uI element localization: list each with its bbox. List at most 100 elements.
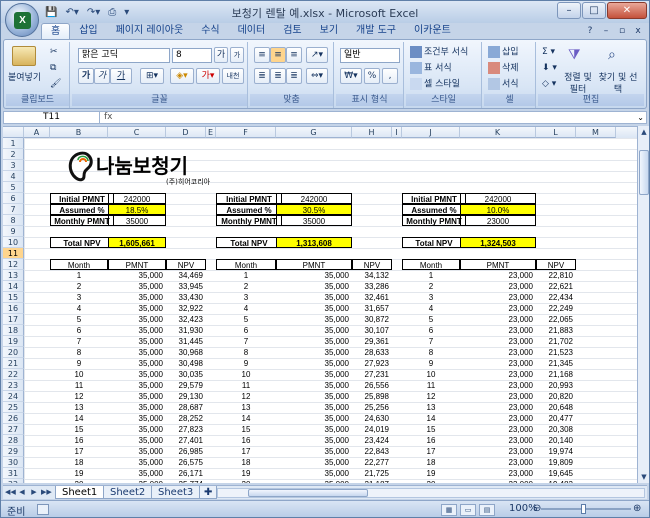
sheet-tab-2[interactable]: Sheet2 [103, 486, 153, 499]
npv-cell[interactable]: 30,498 [166, 358, 206, 369]
npv-cell[interactable]: 32,461 [352, 292, 392, 303]
pmnt-cell[interactable]: 35,000 [276, 292, 352, 303]
month-cell[interactable]: 6 [50, 325, 108, 336]
npv-cell[interactable]: 27,823 [166, 424, 206, 435]
pmnt-cell[interactable]: 23,000 [460, 424, 536, 435]
align-bottom-icon[interactable]: ≡ [286, 47, 302, 63]
month-cell[interactable]: 7 [402, 336, 460, 347]
pmnt-cell[interactable]: 35,000 [276, 347, 352, 358]
row-header[interactable]: 25 [3, 402, 24, 413]
month-cell[interactable]: 11 [216, 380, 276, 391]
input-value[interactable]: 23000 [460, 215, 536, 226]
month-cell[interactable]: 2 [216, 281, 276, 292]
row-header[interactable]: 4 [3, 171, 24, 182]
clear-icon[interactable]: ◇ ▾ [542, 78, 556, 90]
maximize-button[interactable]: □ [582, 2, 606, 19]
pmnt-cell[interactable]: 35,000 [276, 402, 352, 413]
npv-cell[interactable]: 20,140 [536, 435, 576, 446]
pmnt-cell[interactable]: 35,000 [276, 457, 352, 468]
cells[interactable]: 나눔보청기 (주)히어코리아 Initial PMNT 242000 Assumed… [24, 138, 637, 483]
row-header[interactable]: 28 [3, 435, 24, 446]
npv-cell[interactable]: 27,923 [352, 358, 392, 369]
autosum-icon[interactable]: Σ ▾ [542, 46, 555, 58]
month-cell[interactable]: 12 [50, 391, 108, 402]
tab-insert[interactable]: 삽입 [70, 23, 106, 39]
pmnt-cell[interactable]: 35,000 [276, 435, 352, 446]
npv-cell[interactable]: 33,430 [166, 292, 206, 303]
input-value[interactable]: 35000 [108, 215, 166, 226]
orientation-icon[interactable]: ↗▾ [306, 47, 328, 63]
tab-formulas[interactable]: 수식 [192, 23, 228, 39]
pmnt-cell[interactable]: 23,000 [460, 479, 536, 483]
font-name-combo[interactable]: 맑은 고딕 [78, 48, 170, 63]
pmnt-cell[interactable]: 23,000 [460, 270, 536, 281]
minimize-button[interactable]: – [557, 2, 581, 19]
pmnt-cell[interactable]: 35,000 [108, 270, 166, 281]
pmnt-cell[interactable]: 23,000 [460, 402, 536, 413]
pmnt-cell[interactable]: 35,000 [108, 413, 166, 424]
row-header[interactable]: 7 [3, 204, 24, 215]
input-value[interactable]: 242000 [108, 193, 166, 204]
pmnt-cell[interactable]: 35,000 [276, 281, 352, 292]
pmnt-cell[interactable]: 35,000 [108, 380, 166, 391]
format-table-button[interactable]: 표 서식 [410, 62, 452, 75]
npv-cell[interactable]: 22,249 [536, 303, 576, 314]
month-cell[interactable]: 11 [50, 380, 108, 391]
month-cell[interactable]: 13 [216, 402, 276, 413]
npv-cell[interactable]: 24,019 [352, 424, 392, 435]
row-header[interactable]: 27 [3, 424, 24, 435]
npv-cell[interactable]: 34,132 [352, 270, 392, 281]
column-header[interactable]: L [536, 127, 576, 138]
row-header[interactable]: 24 [3, 391, 24, 402]
row-header[interactable]: 16 [3, 303, 24, 314]
row-header[interactable]: 26 [3, 413, 24, 424]
cut-icon[interactable]: ✂ [50, 46, 58, 58]
npv-cell[interactable]: 26,171 [166, 468, 206, 479]
number-format-combo[interactable]: 일반 [340, 48, 400, 63]
office-button[interactable]: X [5, 3, 39, 37]
row-header[interactable]: 23 [3, 380, 24, 391]
month-cell[interactable]: 20 [216, 479, 276, 483]
tab-data[interactable]: 데이터 [229, 23, 275, 39]
ribbon-close-icon[interactable]: x [631, 25, 645, 38]
npv-cell[interactable]: 27,231 [352, 369, 392, 380]
total-npv-label[interactable]: Total NPV [216, 237, 282, 248]
npv-cell[interactable]: 31,657 [352, 303, 392, 314]
insert-sheet-icon[interactable]: ✚ [199, 486, 218, 499]
total-npv-value[interactable]: 1,605,661 [108, 237, 166, 248]
npv-cell[interactable]: 30,968 [166, 347, 206, 358]
zoom-slider-thumb[interactable] [581, 504, 586, 514]
horizontal-scroll-thumb[interactable] [248, 489, 368, 497]
npv-cell[interactable]: 31,445 [166, 336, 206, 347]
row-header[interactable]: 31 [3, 468, 24, 479]
normal-view-icon[interactable]: ▦ [441, 504, 457, 516]
month-cell[interactable]: 2 [50, 281, 108, 292]
pmnt-cell[interactable]: 23,000 [460, 314, 536, 325]
input-value[interactable]: 242000 [276, 193, 352, 204]
month-cell[interactable]: 6 [402, 325, 460, 336]
column-header[interactable]: F [216, 127, 276, 138]
npv-cell[interactable]: 19,974 [536, 446, 576, 457]
npv-cell[interactable]: 25,256 [352, 402, 392, 413]
month-cell[interactable]: 14 [402, 413, 460, 424]
row-header[interactable]: 11 [3, 248, 24, 259]
zoom-slider[interactable] [541, 508, 631, 510]
phonetic-button[interactable]: 내천 [222, 68, 244, 84]
expand-formula-icon[interactable]: ⌄ [637, 112, 644, 123]
column-header[interactable]: E [206, 127, 216, 138]
pmnt-cell[interactable]: 23,000 [460, 325, 536, 336]
input-label[interactable]: Assumed % [50, 204, 114, 215]
align-middle-icon[interactable]: ≡ [270, 47, 286, 63]
row-header[interactable]: 14 [3, 281, 24, 292]
month-cell[interactable]: 5 [216, 314, 276, 325]
name-box[interactable]: T11 [4, 112, 100, 123]
tab-page-layout[interactable]: 페이지 레이아웃 [107, 23, 193, 39]
pmnt-cell[interactable]: 23,000 [460, 281, 536, 292]
pmnt-cell[interactable]: 23,000 [460, 413, 536, 424]
month-cell[interactable]: 13 [402, 402, 460, 413]
npv-cell[interactable]: 20,477 [536, 413, 576, 424]
fx-icon[interactable]: fx [104, 112, 144, 123]
row-header[interactable]: 20 [3, 347, 24, 358]
delete-cells-button[interactable]: 삭제 [488, 62, 519, 75]
month-cell[interactable]: 1 [50, 270, 108, 281]
